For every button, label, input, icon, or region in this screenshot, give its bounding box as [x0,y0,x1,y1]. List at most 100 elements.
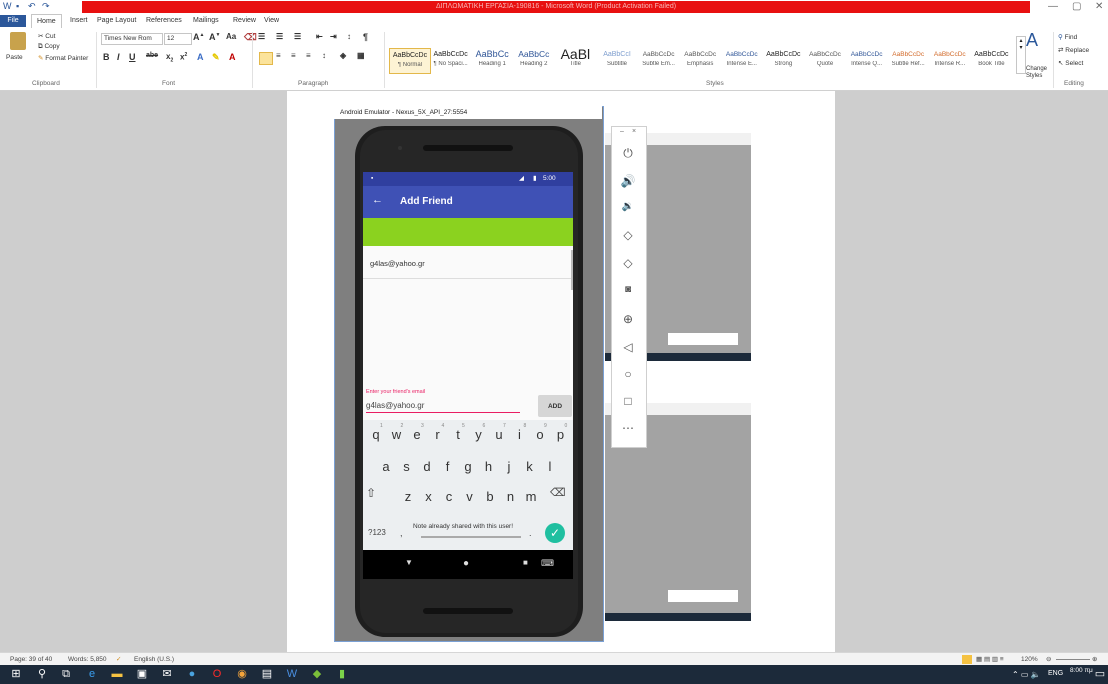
list-item[interactable]: g4las@yahoo.gr [363,250,573,279]
minimize-button[interactable]: — [1048,1,1058,12]
keyboard-switch-icon[interactable]: ⌨ [541,558,554,569]
shading-icon[interactable]: ◈ [340,51,346,60]
styles-scroll-icon[interactable]: ▴ ▾ [1016,36,1026,74]
sort-icon[interactable]: ↕ [347,32,351,41]
key-s[interactable]: s [397,456,417,478]
mail-icon[interactable]: ✉ [161,668,173,680]
zoom-icon[interactable]: ⊕ [611,312,645,326]
key-e[interactable]: e [407,424,427,446]
opera-icon[interactable]: O [211,668,223,680]
key-t[interactable]: t [448,424,468,446]
redo-icon[interactable]: ↷ [42,1,50,12]
decrease-indent-icon[interactable]: ⇤ [316,32,323,41]
highlight-icon[interactable]: ✎ [212,52,220,63]
tab-references[interactable]: References [146,14,182,28]
panel-close-icon[interactable]: × [632,128,636,135]
grow-font-icon[interactable]: A▲ [193,32,204,42]
app-icon[interactable]: ● [186,668,198,680]
tab-insert[interactable]: Insert [70,14,88,28]
clock[interactable]: 8:00 πμ [1070,667,1093,674]
back-icon[interactable]: ◁ [611,340,645,354]
zoom-slider[interactable] [1056,659,1090,660]
key-q[interactable]: q [366,424,386,446]
clear-format-icon[interactable]: ⌫ [244,32,257,43]
scrollbar[interactable] [571,250,573,290]
nav-recents-icon[interactable]: ■ [523,558,528,567]
spacebar[interactable] [421,536,521,538]
style-item[interactable]: AaBbCcDc Intense E... [722,48,762,72]
key-v[interactable]: v [460,486,480,508]
email-field[interactable] [366,398,520,413]
style-item[interactable]: AaBbCcDc Subtle Ref... [888,48,928,72]
edge-icon[interactable]: e [86,668,98,680]
rotate-right-icon[interactable]: ◇ [611,256,645,270]
superscript-button[interactable]: x2 [180,52,187,62]
select-button[interactable]: ↖ Select [1058,59,1083,67]
style-item[interactable]: AaBbCc Heading 1 [472,48,512,72]
close-button[interactable]: ✕ [1095,1,1103,12]
key-n[interactable]: n [501,486,521,508]
key-h[interactable]: h [479,456,499,478]
overview-icon[interactable]: □ [611,394,645,408]
android-studio-icon[interactable]: ◆ [311,668,323,680]
cut-button[interactable]: ✂ Cut [38,32,55,40]
change-case-icon[interactable]: Aa [226,32,236,41]
nav-back-icon[interactable]: ▼ [405,558,413,567]
key-g[interactable]: g [458,456,478,478]
enter-check-icon[interactable]: ✓ [545,523,565,543]
tab-home[interactable]: Home [31,14,62,28]
style-item[interactable]: AaBbCcDc Book Title [971,48,1011,72]
backspace-key-icon[interactable]: ⌫ [550,486,566,499]
font-size-select[interactable]: 12 [164,33,192,45]
style-item[interactable]: AaBbCcDc ¶ Normal [389,48,431,74]
tab-mailings[interactable]: Mailings [193,14,219,28]
key-k[interactable]: k [520,456,540,478]
add-button[interactable]: ADD [538,395,572,417]
shift-key-icon[interactable]: ⇧ [366,486,376,500]
save-icon[interactable]: ▪ [16,1,19,12]
subscript-button[interactable]: x2 [166,52,173,64]
camera-screenshot-icon[interactable]: ◙ [611,284,645,295]
style-item[interactable]: AaBbCcDc ¶ No Spaci... [431,48,471,72]
key-c[interactable]: c [439,486,459,508]
replace-button[interactable]: ⇄ Replace [1058,46,1089,54]
period-key[interactable]: . [529,528,532,538]
align-center-icon[interactable]: ≡ [276,51,281,60]
pilcrow-icon[interactable]: ¶ [363,32,368,42]
rotate-left-icon[interactable]: ◇ [611,228,645,242]
tab-view[interactable]: View [264,14,279,28]
multilevel-list-icon[interactable]: ☰ [294,32,301,41]
underline-button[interactable]: U [129,52,136,62]
app-icon[interactable]: ▤ [261,668,273,680]
back-arrow-icon[interactable]: ← [372,194,383,206]
key-y[interactable]: y [469,424,489,446]
text-effects-icon[interactable]: A [197,52,204,62]
power-icon[interactable]: ⏻ [611,146,645,161]
numbering-icon[interactable]: ☰ [276,32,283,41]
tab-page-layout[interactable]: Page Layout [97,14,136,28]
symbols-key[interactable]: ?123 [368,528,386,537]
key-m[interactable]: m [521,486,541,508]
bullets-icon[interactable]: ☰ [258,32,265,41]
tab-review[interactable]: Review [233,14,256,28]
tray-icons[interactable]: ⌃ ▭ 🔈 [1012,670,1041,679]
format-painter-button[interactable]: ✎ Format Painter [38,54,88,62]
strikethrough-button[interactable]: abe [146,52,158,59]
find-button[interactable]: ⚲ Find [1058,33,1077,41]
more-icon[interactable]: ⋯ [611,421,645,435]
volume-up-icon[interactable]: 🔊 [611,174,645,188]
key-i[interactable]: i [510,424,530,446]
bold-button[interactable]: B [103,52,110,62]
style-item[interactable]: AaBbCcDc Intense R... [930,48,970,72]
copy-button[interactable]: ⧉ Copy [38,43,60,51]
style-item[interactable]: AaBbCcI Subtitle [597,48,637,72]
key-l[interactable]: l [540,456,560,478]
shrink-font-icon[interactable]: A▼ [209,32,220,42]
key-z[interactable]: z [398,486,418,508]
change-styles-button[interactable]: Change Styles [1026,66,1052,80]
nav-home-icon[interactable]: ● [463,558,469,569]
font-color-icon[interactable]: A [229,52,236,62]
align-right-icon[interactable]: ≡ [291,51,296,60]
home-icon[interactable]: ○ [611,367,645,381]
font-name-select[interactable]: Times New Rom [101,33,163,45]
